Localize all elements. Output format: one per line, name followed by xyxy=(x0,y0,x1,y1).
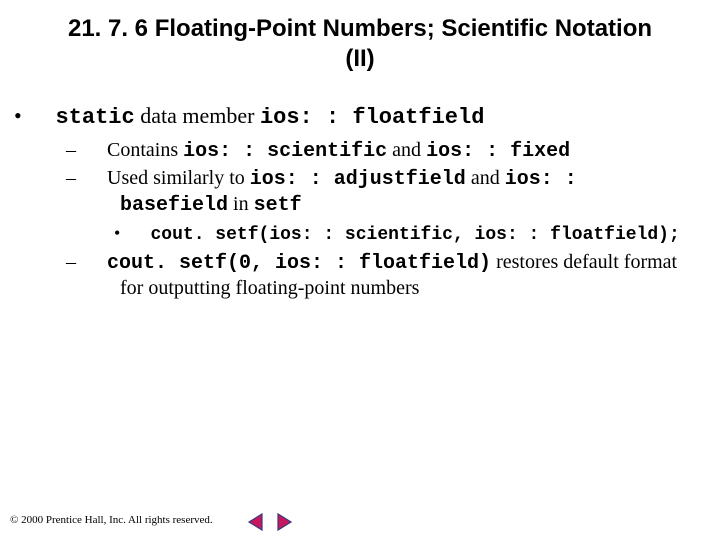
bullet-level3: • cout. setf(ios: : scientific, ios: : f… xyxy=(146,222,690,247)
body-text: in xyxy=(228,193,254,215)
body-text: data member xyxy=(135,103,260,128)
bullet-dot-icon: • xyxy=(130,222,146,245)
copyright-footer: © 2000 Prentice Hall, Inc. All rights re… xyxy=(10,514,213,526)
bullet-level2: – Used similarly to ios: : adjustfield a… xyxy=(102,166,690,218)
body-text: Used similarly to xyxy=(107,167,250,189)
code-text: cout. setf(ios: : scientific, ios: : flo… xyxy=(151,225,680,245)
nav-controls xyxy=(246,512,294,532)
bullet-level2: – Contains ios: : scientific and ios: : … xyxy=(102,138,690,164)
code-text: cout. setf(0, ios: : floatfield) xyxy=(107,252,491,275)
bullet-dash-icon: – xyxy=(84,138,102,163)
slide: 21. 7. 6 Floating-Point Numbers; Scienti… xyxy=(0,0,720,540)
code-text: ios: : scientific xyxy=(183,140,387,163)
code-text: ios: : floatfield xyxy=(260,105,484,130)
code-text: ios: : adjustfield xyxy=(250,168,466,191)
code-text: ios: : fixed xyxy=(426,140,570,163)
body-text: and xyxy=(466,167,505,189)
slide-title: 21. 7. 6 Floating-Point Numbers; Scienti… xyxy=(0,0,720,74)
body-text: Contains xyxy=(107,139,183,161)
triangle-left-icon xyxy=(246,512,266,532)
bullet-dash-icon: – xyxy=(84,166,102,191)
triangle-right-icon xyxy=(274,512,294,532)
bullet-dot-icon: • xyxy=(32,102,50,130)
nav-forward-button[interactable] xyxy=(274,512,294,532)
code-text: static xyxy=(56,105,135,130)
bullet-level1: • static data member ios: : floatfield xyxy=(50,102,690,132)
slide-body: • static data member ios: : floatfield –… xyxy=(0,74,720,301)
body-text: and xyxy=(387,139,426,161)
nav-back-button[interactable] xyxy=(246,512,266,532)
bullet-level2: – cout. setf(0, ios: : floatfield) resto… xyxy=(102,250,690,301)
bullet-dash-icon: – xyxy=(84,250,102,275)
code-text: setf xyxy=(254,194,302,217)
